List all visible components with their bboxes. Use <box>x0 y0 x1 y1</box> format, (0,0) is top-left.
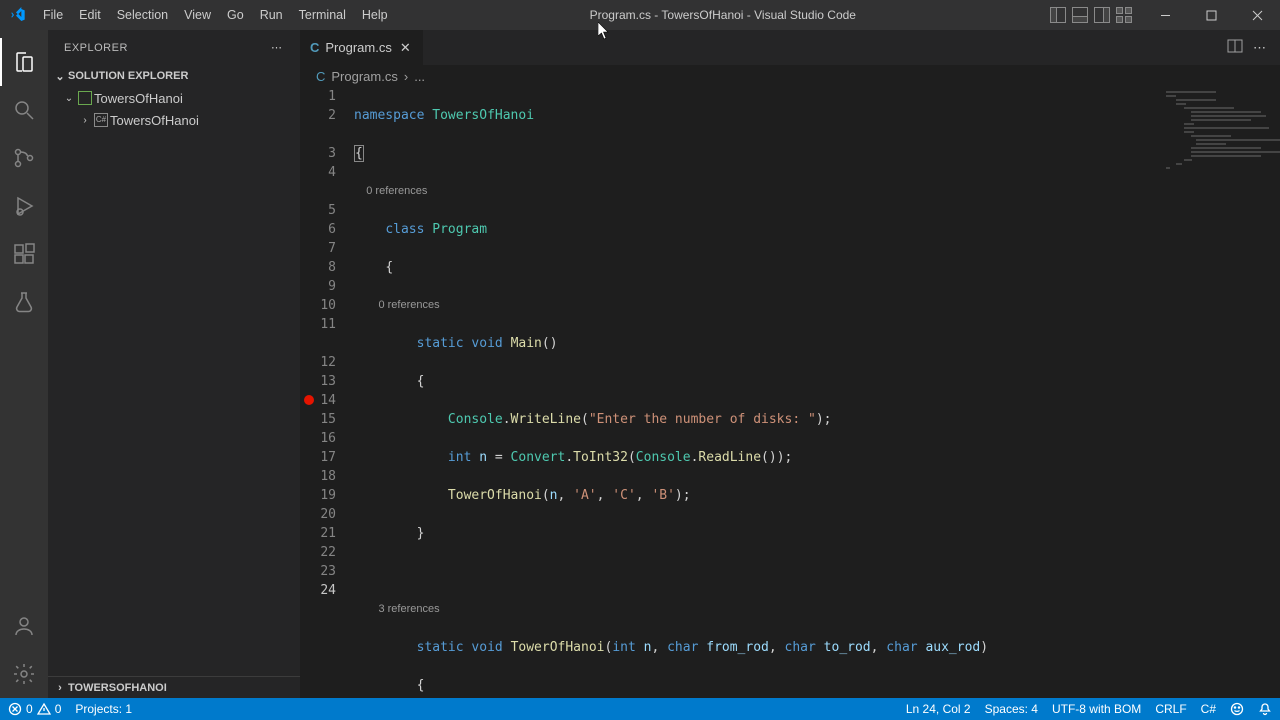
activity-explorer-icon[interactable] <box>0 38 48 86</box>
line-gutter[interactable]: 1 2 3 4 5 6 7 8 9 10 11 12 13 14 15 16 1… <box>300 87 354 698</box>
status-language[interactable]: C# <box>1201 702 1216 716</box>
vscode-logo-icon <box>0 7 35 23</box>
csharp-file-icon: C <box>310 40 319 55</box>
breadcrumbs[interactable]: C Program.cs › ... <box>300 65 1280 87</box>
menu-view[interactable]: View <box>176 8 219 22</box>
section-solution-explorer[interactable]: ⌄ SOLUTION EXPLORER <box>48 65 300 87</box>
editor-more-icon[interactable]: ⋯ <box>1253 40 1268 56</box>
status-feedback-icon[interactable] <box>1230 702 1244 716</box>
layout-right-icon[interactable] <box>1094 7 1110 23</box>
status-encoding[interactable]: UTF-8 with BOM <box>1052 702 1141 716</box>
menu-help[interactable]: Help <box>354 8 396 22</box>
menu-terminal[interactable]: Terminal <box>291 8 354 22</box>
sidebar-title: EXPLORER ⋯ <box>48 30 300 65</box>
status-eol[interactable]: CRLF <box>1155 702 1186 716</box>
code-editor[interactable]: 1 2 3 4 5 6 7 8 9 10 11 12 13 14 15 16 1… <box>300 87 1280 698</box>
activitybar <box>0 30 48 698</box>
status-errors[interactable]: 0 0 <box>8 702 61 716</box>
activity-extensions-icon[interactable] <box>0 230 48 278</box>
menu-go[interactable]: Go <box>219 8 252 22</box>
activity-source-control-icon[interactable] <box>0 134 48 182</box>
titlebar: File Edit Selection View Go Run Terminal… <box>0 0 1280 30</box>
statusbar: 0 0 Projects: 1 Ln 24, Col 2 Spaces: 4 U… <box>0 698 1280 720</box>
tree-project[interactable]: › C# TowersOfHanoi <box>48 109 300 131</box>
csharp-file-icon: C <box>316 69 325 84</box>
activity-accounts-icon[interactable] <box>0 602 48 650</box>
status-bell-icon[interactable] <box>1258 702 1272 716</box>
close-button[interactable] <box>1234 0 1280 30</box>
activity-testing-icon[interactable] <box>0 278 48 326</box>
activity-settings-icon[interactable] <box>0 650 48 698</box>
chevron-down-icon: ⌄ <box>52 70 68 83</box>
section-towersofhanoi[interactable]: › TOWERSOFHANOI <box>48 676 300 698</box>
menu-selection[interactable]: Selection <box>109 8 176 22</box>
maximize-button[interactable] <box>1188 0 1234 30</box>
menu-run[interactable]: Run <box>252 8 291 22</box>
minimize-button[interactable] <box>1142 0 1188 30</box>
sidebar: EXPLORER ⋯ ⌄ SOLUTION EXPLORER ⌄ TowersO… <box>48 30 300 698</box>
chevron-right-icon: › <box>52 682 68 694</box>
minimap[interactable] <box>1166 91 1266 181</box>
tab-label: Program.cs <box>325 40 391 55</box>
status-projects[interactable]: Projects: 1 <box>75 702 132 716</box>
csproj-icon: C# <box>92 113 110 127</box>
solution-icon <box>76 91 94 105</box>
layout-left-icon[interactable] <box>1050 7 1066 23</box>
activity-search-icon[interactable] <box>0 86 48 134</box>
status-cursor[interactable]: Ln 24, Col 2 <box>906 702 971 716</box>
menu-edit[interactable]: Edit <box>71 8 109 22</box>
tab-program-cs[interactable]: C Program.cs ✕ <box>300 30 424 65</box>
chevron-right-icon: › <box>78 115 92 126</box>
split-editor-icon[interactable] <box>1227 38 1243 57</box>
layout-bottom-icon[interactable] <box>1072 7 1088 23</box>
window-title: Program.cs - TowersOfHanoi - Visual Stud… <box>396 8 1050 22</box>
activity-run-debug-icon[interactable] <box>0 182 48 230</box>
tree-solution[interactable]: ⌄ TowersOfHanoi <box>48 87 300 109</box>
chevron-down-icon: ⌄ <box>62 93 76 104</box>
layout-grid-icon[interactable] <box>1116 7 1132 23</box>
menu-file[interactable]: File <box>35 8 71 22</box>
status-spaces[interactable]: Spaces: 4 <box>985 702 1038 716</box>
menubar: File Edit Selection View Go Run Terminal… <box>35 8 396 22</box>
tabbar: C Program.cs ✕ ⋯ <box>300 30 1280 65</box>
breakpoint-icon[interactable] <box>304 395 314 405</box>
tab-close-icon[interactable]: ✕ <box>398 40 413 56</box>
sidebar-more-icon[interactable]: ⋯ <box>271 41 284 54</box>
editor-group: C Program.cs ✕ ⋯ C Program.cs › ... 1 2 … <box>300 30 1280 698</box>
